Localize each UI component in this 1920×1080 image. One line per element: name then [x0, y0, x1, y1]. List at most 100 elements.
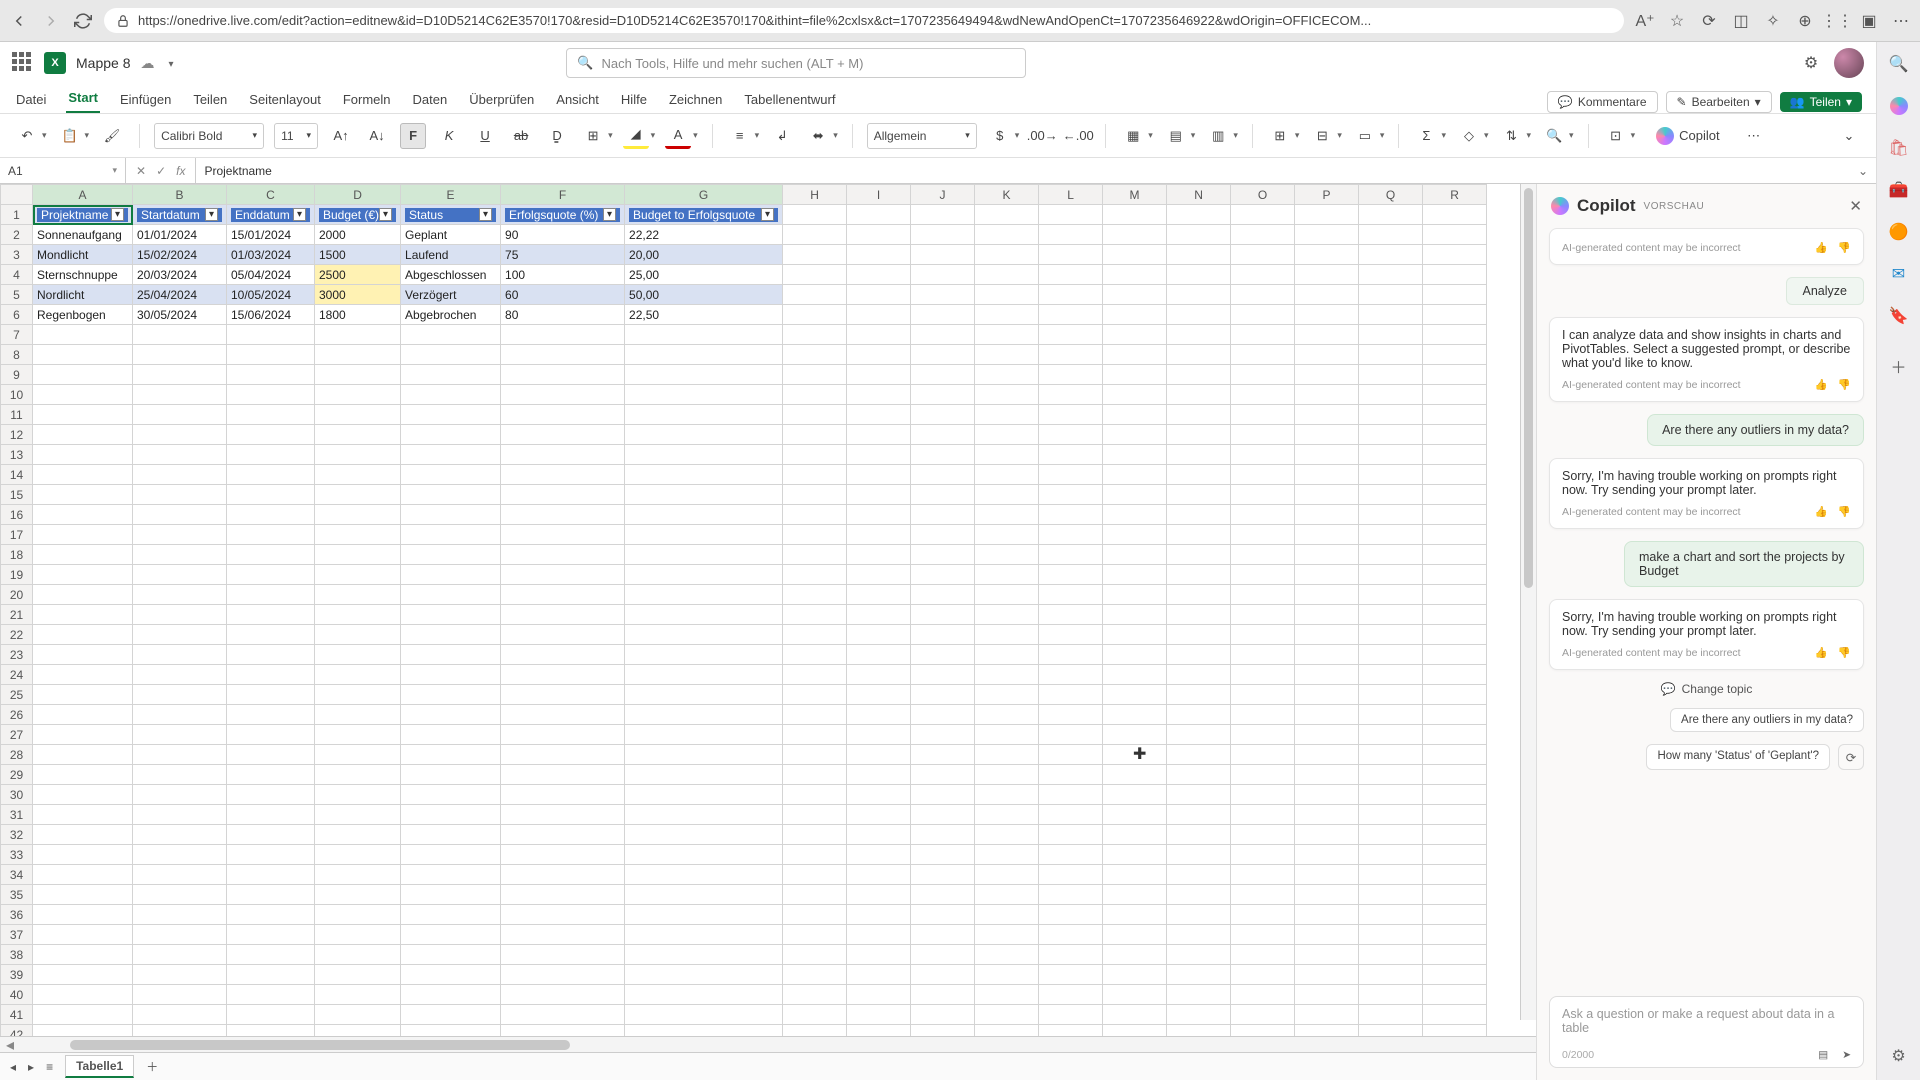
cell-E34[interactable] [401, 865, 501, 885]
format-table-button[interactable]: ▤ [1163, 123, 1189, 149]
cell-N16[interactable] [1167, 505, 1231, 525]
cell-P2[interactable] [1295, 225, 1359, 245]
cell-I34[interactable] [847, 865, 911, 885]
cell-O23[interactable] [1231, 645, 1295, 665]
cell-O5[interactable] [1231, 285, 1295, 305]
cell-N39[interactable] [1167, 965, 1231, 985]
cell-D1[interactable]: Budget (€)▾ [315, 205, 401, 225]
cell-H26[interactable] [783, 705, 847, 725]
cell-N38[interactable] [1167, 945, 1231, 965]
thumbs-up-icon[interactable]: 👍 [1815, 241, 1828, 254]
cell-L30[interactable] [1039, 785, 1103, 805]
cell-R31[interactable] [1423, 805, 1487, 825]
cell-O31[interactable] [1231, 805, 1295, 825]
row-header-34[interactable]: 34 [1, 865, 33, 885]
cell-C5[interactable]: 10/05/2024 [227, 285, 315, 305]
cell-R16[interactable] [1423, 505, 1487, 525]
cell-R35[interactable] [1423, 885, 1487, 905]
cell-H6[interactable] [783, 305, 847, 325]
cell-H35[interactable] [783, 885, 847, 905]
attach-icon[interactable]: ▤ [1818, 1049, 1828, 1061]
cell-B41[interactable] [133, 1005, 227, 1025]
cell-E33[interactable] [401, 845, 501, 865]
cell-N36[interactable] [1167, 905, 1231, 925]
cell-J10[interactable] [911, 385, 975, 405]
cell-Q10[interactable] [1359, 385, 1423, 405]
cell-J11[interactable] [911, 405, 975, 425]
close-pane-button[interactable]: ✕ [1849, 197, 1862, 215]
cell-Q23[interactable] [1359, 645, 1423, 665]
cell-I35[interactable] [847, 885, 911, 905]
cell-C3[interactable]: 01/03/2024 [227, 245, 315, 265]
cell-B10[interactable] [133, 385, 227, 405]
cell-A42[interactable] [33, 1025, 133, 1037]
cell-A33[interactable] [33, 845, 133, 865]
cell-N7[interactable] [1167, 325, 1231, 345]
cell-E9[interactable] [401, 365, 501, 385]
cell-P19[interactable] [1295, 565, 1359, 585]
cell-G18[interactable] [625, 545, 783, 565]
cell-R41[interactable] [1423, 1005, 1487, 1025]
cell-A37[interactable] [33, 925, 133, 945]
cell-E5[interactable]: Verzögert [401, 285, 501, 305]
cell-R2[interactable] [1423, 225, 1487, 245]
sync-icon[interactable]: ⟳ [1700, 12, 1718, 30]
cell-N2[interactable] [1167, 225, 1231, 245]
cell-M21[interactable] [1103, 605, 1167, 625]
cell-P30[interactable] [1295, 785, 1359, 805]
cell-P14[interactable] [1295, 465, 1359, 485]
cell-D11[interactable] [315, 405, 401, 425]
cell-E37[interactable] [401, 925, 501, 945]
cell-K7[interactable] [975, 325, 1039, 345]
cell-K41[interactable] [975, 1005, 1039, 1025]
cell-H22[interactable] [783, 625, 847, 645]
cell-J12[interactable] [911, 425, 975, 445]
cell-R8[interactable] [1423, 345, 1487, 365]
cell-A3[interactable]: Mondlicht [33, 245, 133, 265]
col-header-C[interactable]: C [227, 185, 315, 205]
cell-F14[interactable] [501, 465, 625, 485]
cell-H8[interactable] [783, 345, 847, 365]
cell-I41[interactable] [847, 1005, 911, 1025]
cell-R11[interactable] [1423, 405, 1487, 425]
cell-H41[interactable] [783, 1005, 847, 1025]
cell-I23[interactable] [847, 645, 911, 665]
cell-F5[interactable]: 60 [501, 285, 625, 305]
cell-K22[interactable] [975, 625, 1039, 645]
cell-D7[interactable] [315, 325, 401, 345]
cell-G6[interactable]: 22,50 [625, 305, 783, 325]
cell-B37[interactable] [133, 925, 227, 945]
cell-P28[interactable] [1295, 745, 1359, 765]
col-header-P[interactable]: P [1295, 185, 1359, 205]
cell-B1[interactable]: Startdatum▾ [133, 205, 227, 225]
cell-P34[interactable] [1295, 865, 1359, 885]
cell-N9[interactable] [1167, 365, 1231, 385]
cell-L22[interactable] [1039, 625, 1103, 645]
cell-J40[interactable] [911, 985, 975, 1005]
cell-G7[interactable] [625, 325, 783, 345]
cell-H15[interactable] [783, 485, 847, 505]
cell-K29[interactable] [975, 765, 1039, 785]
cell-G30[interactable] [625, 785, 783, 805]
cell-K1[interactable] [975, 205, 1039, 225]
cell-A6[interactable]: Regenbogen [33, 305, 133, 325]
row-header-31[interactable]: 31 [1, 805, 33, 825]
favorites-icon[interactable]: ✧ [1764, 12, 1782, 30]
search-input[interactable]: 🔍 Nach Tools, Hilfe und mehr suchen (ALT… [566, 48, 1026, 78]
cell-D20[interactable] [315, 585, 401, 605]
cell-M19[interactable] [1103, 565, 1167, 585]
cell-O10[interactable] [1231, 385, 1295, 405]
cell-G35[interactable] [625, 885, 783, 905]
cell-M26[interactable] [1103, 705, 1167, 725]
cell-E39[interactable] [401, 965, 501, 985]
cell-N8[interactable] [1167, 345, 1231, 365]
cell-J14[interactable] [911, 465, 975, 485]
cell-M34[interactable] [1103, 865, 1167, 885]
cell-J41[interactable] [911, 1005, 975, 1025]
cell-C41[interactable] [227, 1005, 315, 1025]
cell-N25[interactable] [1167, 685, 1231, 705]
cell-P5[interactable] [1295, 285, 1359, 305]
cell-R34[interactable] [1423, 865, 1487, 885]
cell-P27[interactable] [1295, 725, 1359, 745]
cell-L38[interactable] [1039, 945, 1103, 965]
